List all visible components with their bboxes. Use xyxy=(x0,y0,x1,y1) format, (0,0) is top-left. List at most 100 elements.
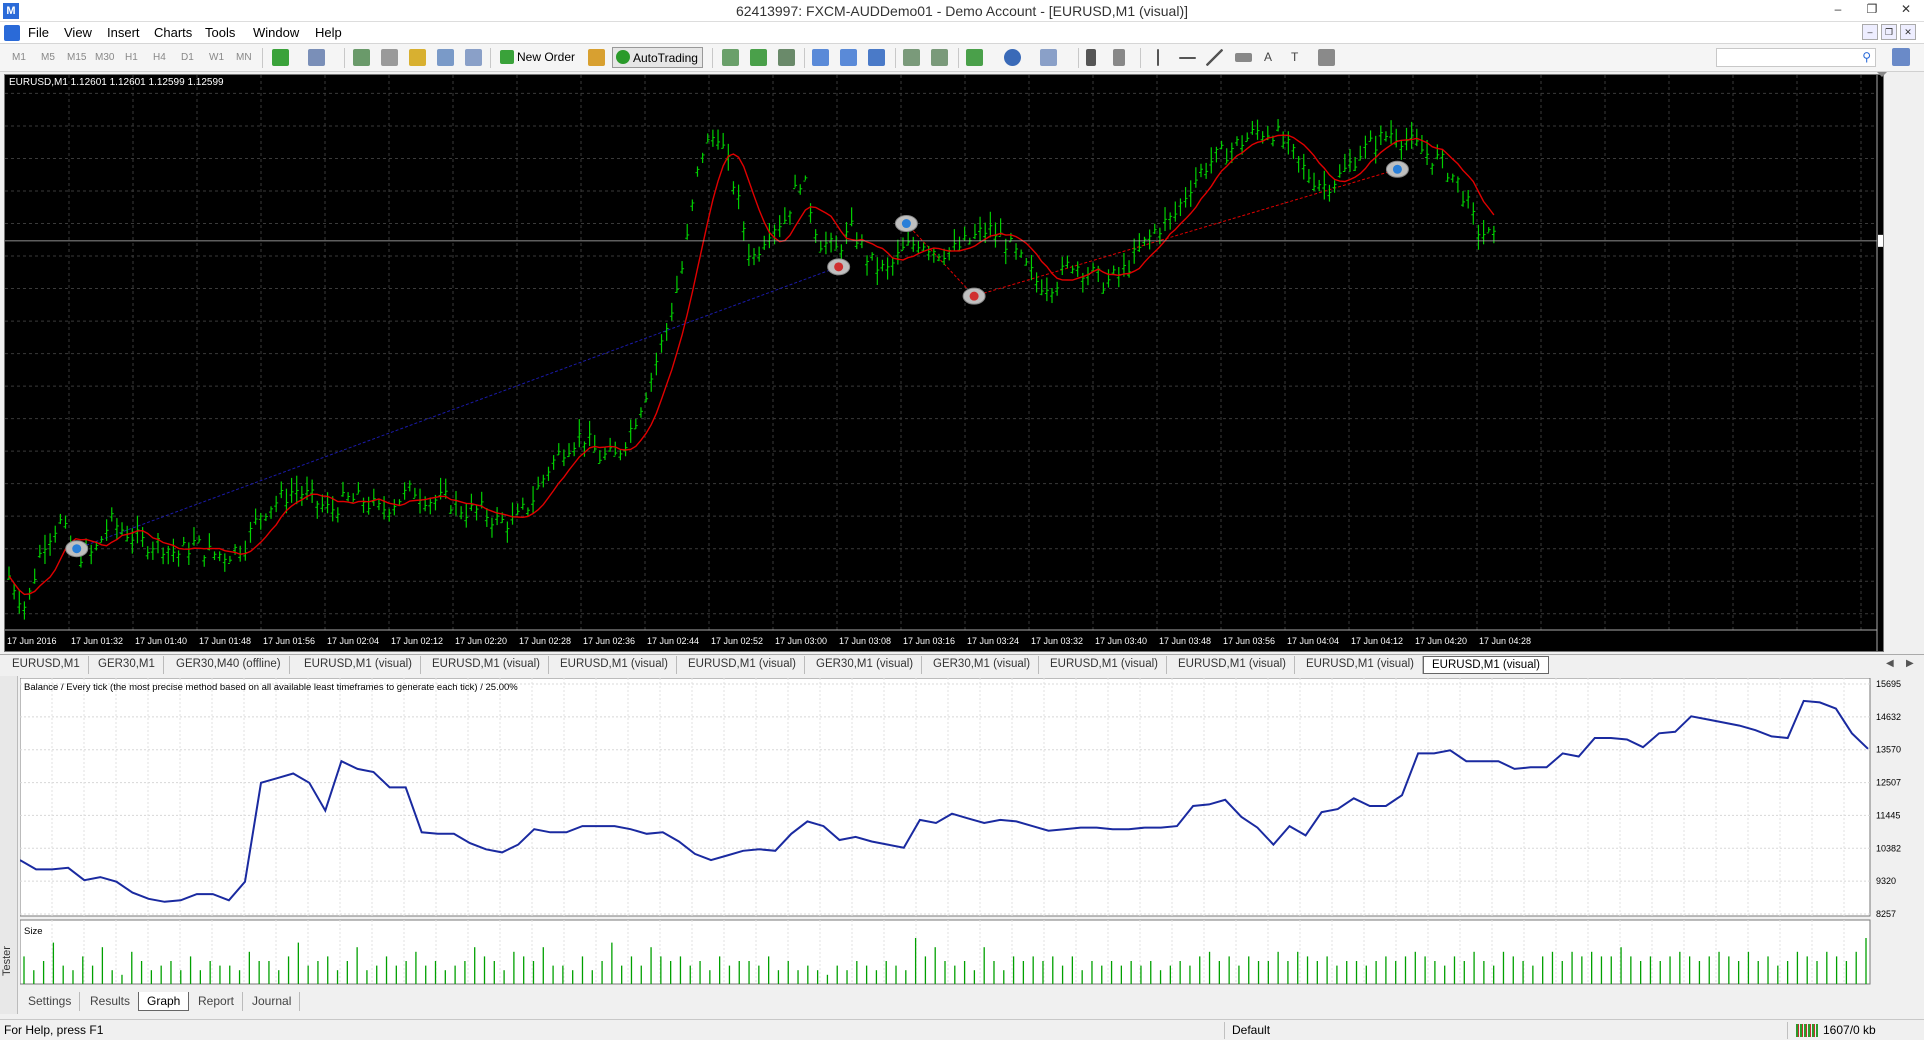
price-chart[interactable]: 1.127351.127051.126751.126451.126151.125… xyxy=(4,72,1887,652)
autotrading-button[interactable]: AutoTrading xyxy=(612,47,703,68)
menu-insert[interactable]: Insert xyxy=(107,25,140,40)
indicators-icon[interactable] xyxy=(966,49,983,66)
period-m30[interactable]: M30 xyxy=(95,48,114,67)
time-axis-label: 17 Jun 02:20 xyxy=(455,636,507,646)
size-axis-label: 84 xyxy=(1383,987,1393,988)
chart-tab[interactable]: EURUSD,M1 (visual) xyxy=(680,656,805,674)
restore-button[interactable]: ❐ xyxy=(1860,2,1884,18)
periods-icon[interactable] xyxy=(1004,49,1021,66)
period-h1[interactable]: H1 xyxy=(125,48,138,67)
search-input[interactable] xyxy=(1717,49,1847,66)
menu-charts[interactable]: Charts xyxy=(154,25,192,40)
size-axis-label: 55 xyxy=(909,987,919,988)
chart-tab[interactable]: EURUSD,M1 (visual) xyxy=(296,656,421,674)
tester-tab-results[interactable]: Results xyxy=(82,992,140,1011)
chart-tab[interactable]: EURUSD,M1 (visual) xyxy=(552,656,677,674)
chart-tab[interactable]: EURUSD,M1 (visual) xyxy=(1170,656,1295,674)
search-icon[interactable]: ⚲ xyxy=(1862,50,1871,64)
chart-tab[interactable]: GER30,M1 xyxy=(90,656,164,674)
horizontal-line-icon[interactable] xyxy=(1179,57,1196,59)
chart-tab[interactable]: EURUSD,M1 (visual) xyxy=(424,656,549,674)
market-watch-icon[interactable] xyxy=(353,49,370,66)
tester-tab-report[interactable]: Report xyxy=(190,992,244,1011)
price-chart-canvas[interactable]: 1.127351.127051.126751.126451.126151.125… xyxy=(5,75,1883,651)
new-chart-icon[interactable] xyxy=(272,49,289,66)
tester-tab-graph[interactable]: Graph xyxy=(138,992,190,1011)
trendline-icon[interactable] xyxy=(1206,49,1223,66)
tester-sidebar[interactable]: Tester xyxy=(0,676,18,1014)
navigator-icon[interactable] xyxy=(409,49,426,66)
zoom-out-icon[interactable] xyxy=(840,49,857,66)
balance-axis-label: 12507 xyxy=(1876,778,1901,788)
size-axis-label: 94 xyxy=(1541,987,1551,988)
candlestick-icon[interactable] xyxy=(750,49,767,66)
menu-file[interactable]: File xyxy=(28,25,49,40)
size-axis-label: 8 xyxy=(150,987,155,988)
tester-graph[interactable]: Balance / Every tick (the most precise m… xyxy=(20,678,1916,988)
period-m1[interactable]: M1 xyxy=(12,48,26,67)
document-icon[interactable] xyxy=(4,25,20,41)
crosshair-icon[interactable] xyxy=(381,49,398,66)
line-chart-icon[interactable] xyxy=(778,49,795,66)
size-axis-label: 14 xyxy=(245,987,255,988)
menu-view[interactable]: View xyxy=(64,25,92,40)
period-w1[interactable]: W1 xyxy=(209,48,224,67)
arrows-icon[interactable] xyxy=(1318,49,1335,66)
period-d1[interactable]: D1 xyxy=(181,48,194,67)
time-axis-label: 17 Jun 04:28 xyxy=(1479,636,1531,646)
chart-shift-icon[interactable] xyxy=(903,49,920,66)
size-axis-label: 74 xyxy=(1225,987,1235,988)
bar-chart-icon[interactable] xyxy=(722,49,739,66)
menu-help[interactable]: Help xyxy=(315,25,342,40)
period-m5[interactable]: M5 xyxy=(41,48,55,67)
vertical-line-icon[interactable] xyxy=(1157,49,1159,66)
period-m15[interactable]: M15 xyxy=(67,48,86,67)
chart-tab[interactable]: EURUSD,M1 xyxy=(4,656,89,674)
mdi-restore-icon[interactable]: ❐ xyxy=(1881,24,1897,40)
autoscroll-icon[interactable] xyxy=(931,49,948,66)
size-axis-label: 6 xyxy=(119,987,124,988)
size-axis-label: 86 xyxy=(1414,987,1424,988)
chart-tab-active[interactable]: EURUSD,M1 (visual) xyxy=(1423,656,1549,674)
mdi-close-icon[interactable]: ✕ xyxy=(1900,24,1916,40)
size-axis-label: 43 xyxy=(719,987,729,988)
period-mn[interactable]: MN xyxy=(236,48,252,67)
chart-tab[interactable]: GER30,M1 (visual) xyxy=(925,656,1040,674)
size-axis-label: 65 xyxy=(1067,987,1077,988)
tester-tab-journal[interactable]: Journal xyxy=(244,992,301,1011)
menu-tools[interactable]: Tools xyxy=(205,25,235,40)
minimize-button[interactable]: – xyxy=(1826,2,1850,18)
chart-tab[interactable]: GER30,M40 (offline) xyxy=(168,656,290,674)
crosshair-tool-icon[interactable] xyxy=(1113,49,1125,66)
close-button[interactable]: ✕ xyxy=(1894,2,1918,18)
text-tool-icon[interactable]: A xyxy=(1264,48,1272,67)
tab-scroll-left-icon[interactable]: ◀ xyxy=(1886,658,1894,669)
chart-shift-marker[interactable] xyxy=(1877,72,1887,77)
templates-icon[interactable] xyxy=(1040,49,1057,66)
profiles-icon[interactable] xyxy=(308,49,325,66)
time-axis-label: 17 Jun 02:04 xyxy=(327,636,379,646)
terminal-icon[interactable] xyxy=(437,49,454,66)
new-order-button[interactable]: New Order xyxy=(497,47,579,68)
tester-tab-settings[interactable]: Settings xyxy=(20,992,81,1011)
chart-tab[interactable]: GER30,M1 (visual) xyxy=(808,656,923,674)
mdi-minimize-icon[interactable]: – xyxy=(1862,24,1878,40)
menu-window[interactable]: Window xyxy=(253,25,299,40)
zoom-in-icon[interactable] xyxy=(812,49,829,66)
window-title: 62413997: FXCM-AUDDemo01 - Demo Account … xyxy=(735,3,1189,19)
cursor-icon[interactable] xyxy=(1086,49,1096,66)
chart-tab[interactable]: EURUSD,M1 (visual) xyxy=(1042,656,1167,674)
size-graph-title: Size xyxy=(24,926,42,937)
period-h4[interactable]: H4 xyxy=(153,48,166,67)
chart-tab[interactable]: EURUSD,M1 (visual) xyxy=(1298,656,1423,674)
search-box[interactable]: ⚲ xyxy=(1716,48,1876,67)
trade-marker-dot xyxy=(969,291,979,301)
metaeditor-icon[interactable] xyxy=(588,49,605,66)
strategy-tester-icon[interactable] xyxy=(465,49,482,66)
tab-scroll-right-icon[interactable]: ▶ xyxy=(1906,658,1914,669)
tile-windows-icon[interactable] xyxy=(868,49,885,66)
community-icon[interactable] xyxy=(1892,48,1910,66)
channel-icon[interactable] xyxy=(1235,53,1252,62)
text-label-tool-icon[interactable]: T xyxy=(1291,48,1298,67)
connection-icon xyxy=(1796,1024,1818,1037)
